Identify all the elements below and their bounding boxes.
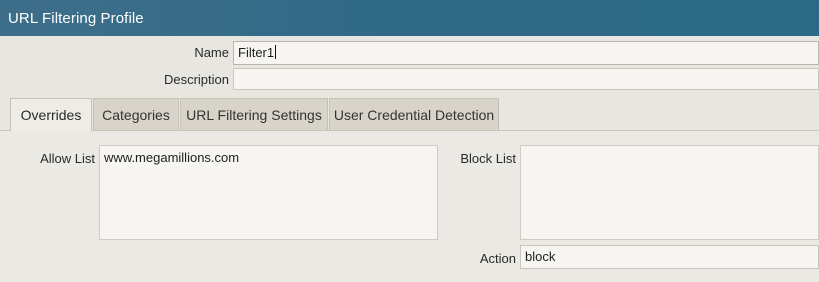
tab-user-credential-detection[interactable]: User Credential Detection <box>329 98 499 130</box>
tab-overrides[interactable]: Overrides <box>10 98 92 131</box>
action-field[interactable]: block <box>520 245 819 269</box>
block-list-textarea[interactable] <box>520 145 819 240</box>
action-label: Action <box>479 251 516 266</box>
allow-list-label: Allow List <box>40 151 95 166</box>
tab-bar: Overrides Categories URL Filtering Setti… <box>0 98 819 131</box>
name-field[interactable]: Filter1 <box>233 41 819 65</box>
description-field[interactable] <box>233 68 819 90</box>
action-value: block <box>525 249 556 264</box>
name-value: Filter1 <box>238 45 275 60</box>
tab-url-filtering-settings[interactable]: URL Filtering Settings <box>180 98 328 130</box>
description-label: Description <box>163 72 229 87</box>
tab-url-filtering-settings-label: URL Filtering Settings <box>186 107 322 123</box>
tab-overrides-label: Overrides <box>20 107 82 123</box>
tab-user-credential-detection-label: User Credential Detection <box>333 107 495 123</box>
tab-categories-label: Categories <box>102 107 170 123</box>
title-bar: URL Filtering Profile <box>0 0 819 36</box>
block-list-label: Block List <box>460 151 516 166</box>
window-title: URL Filtering Profile <box>8 10 144 27</box>
text-caret <box>275 45 277 59</box>
allow-list-value: www.megamillions.com <box>104 150 240 165</box>
allow-list-textarea[interactable]: www.megamillions.com <box>99 145 438 240</box>
name-label: Name <box>194 45 229 60</box>
tab-categories[interactable]: Categories <box>93 98 179 130</box>
